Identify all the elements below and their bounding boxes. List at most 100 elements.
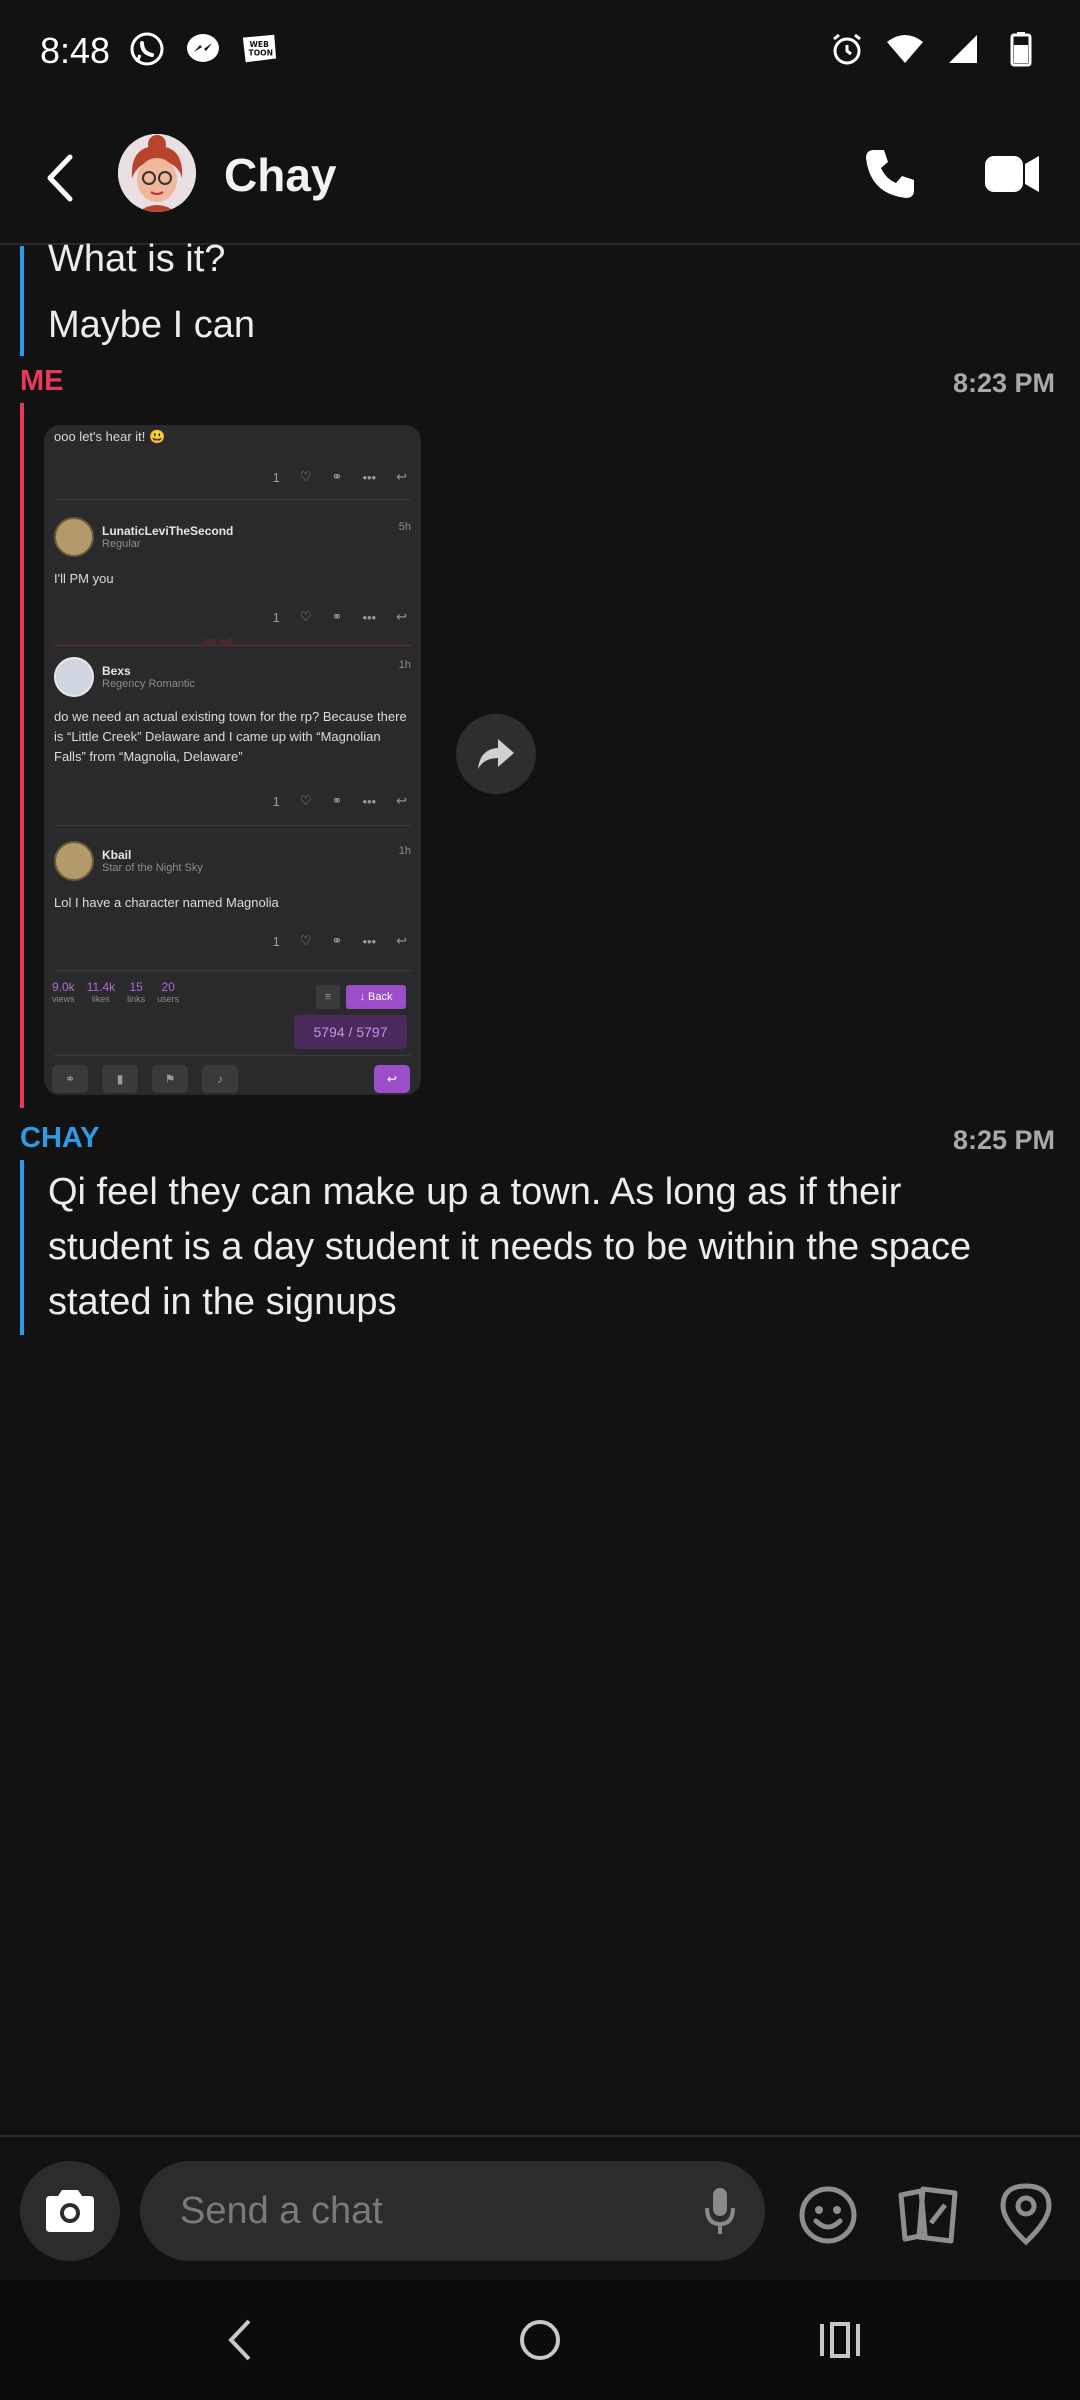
message-accent-bar <box>20 1160 24 1335</box>
wifi-icon <box>886 30 924 68</box>
contact-name[interactable]: Chay <box>224 148 336 202</box>
avatar <box>54 657 94 697</box>
cards-icon <box>898 2186 958 2244</box>
divider <box>54 970 411 971</box>
chevron-left-icon <box>47 154 73 202</box>
emoji-button[interactable] <box>796 2183 860 2247</box>
heart-icon: ♡ <box>299 609 312 624</box>
battery-icon <box>1002 30 1040 68</box>
video-call-button[interactable] <box>980 146 1044 202</box>
screenshot-top-text: ooo let's hear it! 😃 <box>54 429 166 444</box>
post-user-role: Regular <box>102 538 141 550</box>
stat-likes: 11.4k likes <box>86 980 116 1004</box>
bell-icon: ♪ <box>202 1065 238 1093</box>
post-author: Bexs Regency Romantic <box>54 657 195 697</box>
post-body: I'll PM you <box>54 571 114 586</box>
status-bar: 8:48 WEB TOON <box>0 0 1080 110</box>
post-user-role: Regency Romantic <box>102 678 195 690</box>
more-icon: ••• <box>362 933 377 949</box>
heart-icon: ♡ <box>299 793 312 808</box>
like-count: 1 <box>272 933 280 949</box>
back-button[interactable] <box>34 146 84 210</box>
chevron-left-icon <box>228 2319 251 2361</box>
reply-icon: ↩ <box>396 793 407 808</box>
sender-label: ME <box>20 365 64 397</box>
avatar[interactable] <box>118 134 196 212</box>
sender-label: CHAY <box>20 1122 100 1154</box>
smiley-icon <box>799 2186 857 2244</box>
post-body: Lol I have a character named Magnolia <box>54 895 279 910</box>
message-timestamp: 8:25 PM <box>952 1125 1055 1155</box>
reply-icon: ↩ <box>396 933 407 948</box>
share-arrow-icon <box>478 739 514 769</box>
message-text: Maybe I can <box>48 304 255 346</box>
post-actions: 1 ♡ ⚭ ••• ↩ <box>273 793 407 809</box>
screenshot-toolbar: ⚭ ▮ ⚑ ♪ <box>52 1065 238 1093</box>
reply-icon: ↩ <box>374 1065 410 1093</box>
call-button[interactable] <box>858 142 922 206</box>
forward-button[interactable] <box>456 714 536 794</box>
chat-input[interactable] <box>180 2185 660 2237</box>
post-actions: 1 ♡ ⚭ ••• ↩ <box>273 469 407 485</box>
chat-header: Chay <box>0 120 1080 245</box>
post-author: LunaticLeviTheSecond Regular <box>54 517 233 557</box>
voice-button[interactable] <box>695 2185 745 2237</box>
home-circle-icon <box>520 2320 560 2360</box>
layers-icon: ≡ <box>316 985 340 1009</box>
more-icon: ••• <box>362 469 377 485</box>
chat-input-container <box>140 2161 765 2261</box>
post-username: LunaticLeviTheSecond <box>102 524 234 538</box>
message-text: What is it? <box>48 238 226 280</box>
map-pin-icon <box>1000 2183 1052 2246</box>
stickers-button[interactable] <box>896 2183 962 2247</box>
shared-image[interactable]: ooo let's hear it! 😃 1 ♡ ⚭ ••• ↩ Lunatic… <box>44 425 421 1095</box>
link-icon: ⚭ <box>331 469 343 484</box>
webtoon-icon: WEB TOON <box>240 30 278 68</box>
system-icons <box>828 30 1040 68</box>
divider <box>54 825 411 826</box>
alarm-icon <box>828 30 866 68</box>
like-count: 1 <box>272 609 280 625</box>
post-time: 5h <box>398 521 411 533</box>
stat-views: 9.0k views <box>52 980 75 1004</box>
post-actions: 1 ♡ ⚭ ••• ↩ <box>273 933 407 949</box>
message-timestamp: 8:23 PM <box>952 368 1055 398</box>
divider <box>54 499 411 500</box>
chat-composer <box>0 2135 1080 2280</box>
post-time: 1h <box>398 659 411 671</box>
message-text: stated in the signups <box>48 1281 397 1323</box>
message-text: Qi feel they can make up a town. As long… <box>48 1171 902 1213</box>
post-user-role: Star of the Night Sky <box>102 862 203 874</box>
bookmark-icon: ▮ <box>102 1065 138 1093</box>
whatsapp-icon <box>128 30 166 68</box>
signal-icon <box>944 30 982 68</box>
like-count: 1 <box>272 469 280 485</box>
nav-recents-button[interactable] <box>818 2310 862 2370</box>
reply-icon: ↩ <box>396 609 407 624</box>
nav-home-button[interactable] <box>518 2310 562 2370</box>
post-body: do we need an actual existing town for t… <box>54 709 407 764</box>
stat-users: 20 users <box>157 980 180 1004</box>
nav-back-button[interactable] <box>218 2310 262 2370</box>
link-icon: ⚭ <box>331 933 343 948</box>
post-author: Kbail Star of the Night Sky <box>54 841 203 881</box>
more-icon: ••• <box>362 609 377 625</box>
more-icon: ••• <box>362 793 377 809</box>
recents-icon <box>820 2322 860 2358</box>
flag-icon: ⚑ <box>152 1065 188 1093</box>
notification-icons: WEB TOON <box>128 30 278 68</box>
camera-icon <box>46 2190 94 2232</box>
system-nav-bar <box>0 2280 1080 2400</box>
post-time: 1h <box>398 845 411 857</box>
camera-button[interactable] <box>20 2161 120 2261</box>
like-count: 1 <box>272 793 280 809</box>
phone-icon <box>866 150 914 198</box>
messenger-icon <box>184 30 222 68</box>
location-button[interactable] <box>995 2181 1057 2247</box>
heart-icon: ♡ <box>299 469 312 484</box>
reply-icon: ↩ <box>396 469 407 484</box>
post-username: Bexs <box>102 664 131 678</box>
back-label: ↓ Back <box>346 985 406 1009</box>
microphone-icon <box>705 2188 735 2234</box>
message-accent-bar <box>20 403 24 1108</box>
